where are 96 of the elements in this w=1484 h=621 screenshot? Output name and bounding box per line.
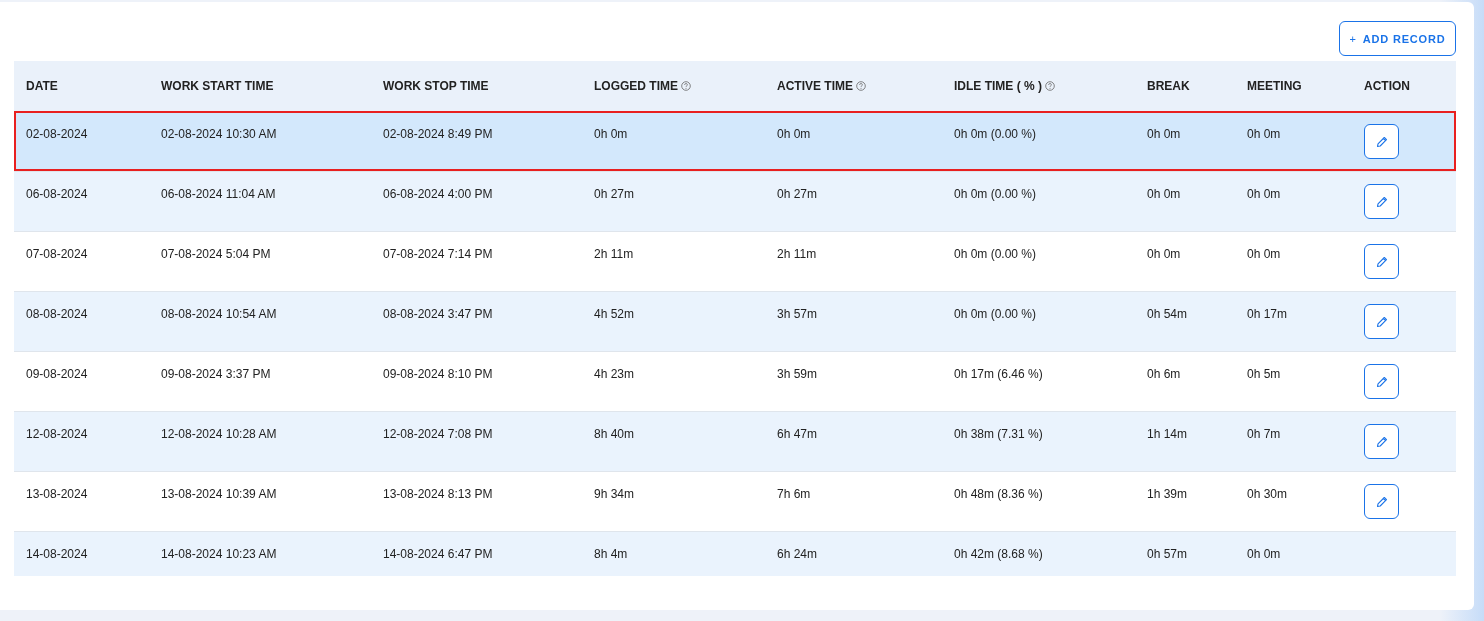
table-cell-text: 0h 0m	[1146, 247, 1182, 263]
table-cell-text: 0h 27m	[593, 187, 636, 203]
table-cell-text: 0h 0m	[1246, 547, 1282, 563]
table-cell-text: 12-08-2024	[25, 427, 89, 443]
column-header: WORK STOP TIME	[382, 79, 490, 93]
table-cell-text: 02-08-2024 10:30 AM	[160, 127, 278, 143]
column-header: DATE	[25, 79, 59, 93]
table-cell-text: 0h 0m (0.00 %)	[953, 127, 1038, 143]
table-cell-text: 0h 38m (7.31 %)	[953, 427, 1044, 443]
table-cell-text: 0h 54m	[1146, 307, 1189, 323]
edit-button[interactable]	[1364, 124, 1399, 159]
table-cell-text: 09-08-2024	[25, 367, 89, 383]
table-cell-text: 0h 42m (8.68 %)	[953, 547, 1044, 563]
pencil-icon	[1375, 195, 1388, 208]
table-cell-text: 12-08-2024 7:08 PM	[382, 427, 494, 443]
table-cell-text: 0h 27m	[776, 187, 819, 203]
table-cell-text: 1h 14m	[1146, 427, 1189, 443]
table-cell-text: 0h 7m	[1246, 427, 1282, 443]
column-header: MEETING	[1246, 79, 1303, 93]
table-cell-text: 6h 47m	[776, 427, 819, 443]
table-cell-text: 14-08-2024 10:23 AM	[160, 547, 278, 563]
pencil-icon	[1375, 495, 1388, 508]
edit-button[interactable]	[1364, 304, 1399, 339]
column-header: ACTION	[1363, 79, 1411, 93]
help-icon[interactable]	[681, 81, 691, 91]
column-header: LOGGED TIME	[582, 79, 765, 93]
table-cell-text: 8h 4m	[593, 547, 629, 563]
column-header: BREAK	[1146, 79, 1191, 93]
table-cell-text: 0h 0m	[1146, 127, 1182, 143]
table-cell-text: 0h 48m (8.36 %)	[953, 487, 1044, 503]
pencil-icon	[1375, 435, 1388, 448]
table-cell-text: 3h 59m	[776, 367, 819, 383]
table-cell-text: 0h 17m	[1246, 307, 1289, 323]
edit-button[interactable]	[1364, 244, 1399, 279]
edit-button[interactable]	[1364, 424, 1399, 459]
table-cell-text: 13-08-2024	[25, 487, 89, 503]
pencil-icon	[1375, 375, 1388, 388]
table-cell-text: 06-08-2024	[25, 187, 89, 203]
table-cell-text: 14-08-2024 6:47 PM	[382, 547, 494, 563]
table-cell-text: 4h 23m	[593, 367, 636, 383]
table-cell-text: 1h 39m	[1146, 487, 1189, 503]
table-cell-text: 0h 0m (0.00 %)	[953, 247, 1038, 263]
table-cell-text: 07-08-2024 5:04 PM	[160, 247, 272, 263]
table-cell-text: 3h 57m	[776, 307, 819, 323]
pencil-icon	[1375, 315, 1388, 328]
table-row[interactable]: 06-08-2024 06-08-2024 11:04 AM 06-08-2024 4:00 PM 0h 27m 0h 27m 0h 0m (0.00 %) 0h 0m 0h 0m	[14, 171, 1456, 231]
column-header: IDLE TIME ( % )	[942, 79, 1135, 93]
table-cell-text: 08-08-2024 3:47 PM	[382, 307, 494, 323]
table-cell-text: 0h 0m	[776, 127, 812, 143]
table-cell-text: 7h 6m	[776, 487, 812, 503]
table-cell-text: 13-08-2024 10:39 AM	[160, 487, 278, 503]
table-cell-text: 02-08-2024 8:49 PM	[382, 127, 494, 143]
table-cell-text: 0h 0m	[593, 127, 629, 143]
table-cell-text: 0h 0m	[1246, 187, 1282, 203]
pencil-icon	[1375, 255, 1388, 268]
table-cell-text: 8h 40m	[593, 427, 636, 443]
table-cell-text: 0h 0m	[1246, 127, 1282, 143]
table-cell-text: 6h 24m	[776, 547, 819, 563]
table-cell-text: 08-08-2024	[25, 307, 89, 323]
table-cell-text: 08-08-2024 10:54 AM	[160, 307, 278, 323]
edit-button[interactable]	[1364, 484, 1399, 519]
table-row[interactable]: 12-08-2024 12-08-2024 10:28 AM 12-08-2024 7:08 PM 8h 40m 6h 47m 0h 38m (7.31 %) 1h 14m 0h 7m	[14, 411, 1456, 471]
table-cell-text: 14-08-2024	[25, 547, 89, 563]
table-cell-text: 2h 11m	[776, 247, 818, 263]
table-cell-text: 0h 0m (0.00 %)	[953, 187, 1038, 203]
column-header: WORK START TIME	[160, 79, 275, 93]
table-cell-text: 0h 30m	[1246, 487, 1289, 503]
help-icon[interactable]	[1045, 81, 1055, 91]
help-icon[interactable]	[856, 81, 866, 91]
table-row[interactable]: 14-08-2024 14-08-2024 10:23 AM 14-08-2024 6:47 PM 8h 4m 6h 24m 0h 42m (8.68 %) 0h 57m 0h 0m	[14, 531, 1456, 576]
table-row[interactable]: 02-08-2024 02-08-2024 10:30 AM 02-08-2024 8:49 PM 0h 0m 0h 0m 0h 0m (0.00 %) 0h 0m 0h 0m	[14, 111, 1456, 171]
table-row[interactable]: 08-08-2024 08-08-2024 10:54 AM 08-08-2024 3:47 PM 4h 52m 3h 57m 0h 0m (0.00 %) 0h 54m 0h 17m	[14, 291, 1456, 351]
table-cell-text: 13-08-2024 8:13 PM	[382, 487, 494, 503]
table-cell-text: 07-08-2024	[25, 247, 89, 263]
table-cell-text: 06-08-2024 4:00 PM	[382, 187, 494, 203]
pencil-icon	[1375, 135, 1388, 148]
table-cell-text: 2h 11m	[593, 247, 635, 263]
table-cell-text: 12-08-2024 10:28 AM	[160, 427, 278, 443]
table-cell-text: 0h 6m	[1146, 367, 1182, 383]
table-cell-text: 0h 57m	[1146, 547, 1189, 563]
table-cell-text: 4h 52m	[593, 307, 636, 323]
table-cell-text: 0h 0m	[1146, 187, 1182, 203]
add-record-button[interactable]: + ADD RECORD	[1339, 21, 1456, 56]
table-cell-text: 02-08-2024	[25, 127, 89, 143]
table-cell-text: 09-08-2024 8:10 PM	[382, 367, 494, 383]
table-cell-text: 0h 0m (0.00 %)	[953, 307, 1038, 323]
edit-button[interactable]	[1364, 364, 1399, 399]
table-cell-text: 0h 0m	[1246, 247, 1282, 263]
table-cell-text: 0h 5m	[1246, 367, 1282, 383]
table-cell-text: 06-08-2024 11:04 AM	[160, 187, 277, 203]
table-cell-text: 09-08-2024 3:37 PM	[160, 367, 272, 383]
table-cell-text: 9h 34m	[593, 487, 636, 503]
column-header: ACTIVE TIME	[765, 79, 942, 93]
table-cell-text: 07-08-2024 7:14 PM	[382, 247, 494, 263]
edit-button[interactable]	[1364, 184, 1399, 219]
table-cell-text: 0h 17m (6.46 %)	[953, 367, 1044, 383]
